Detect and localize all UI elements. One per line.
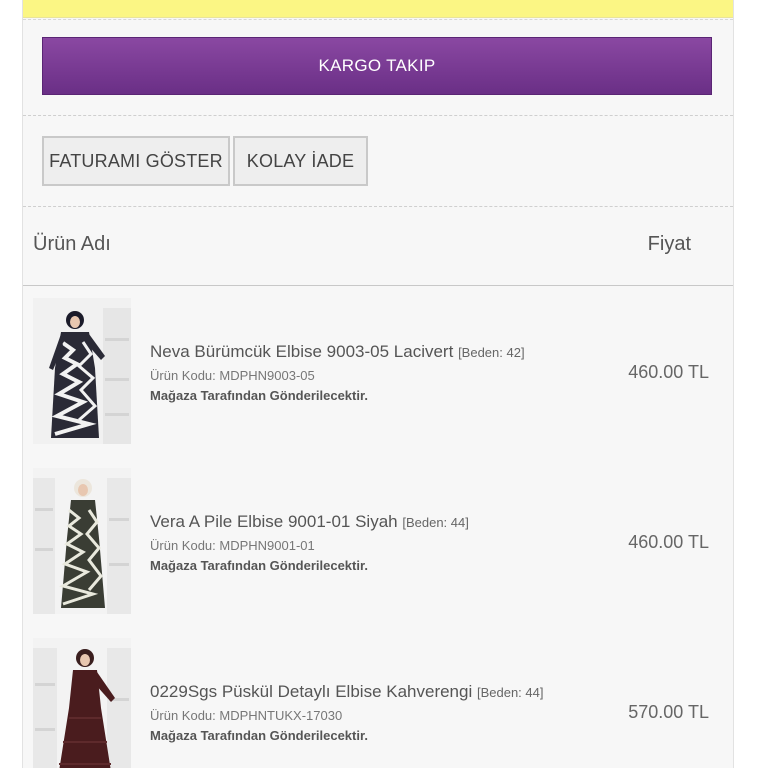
show-invoice-button[interactable]: FATURAMI GÖSTER <box>42 136 230 186</box>
product-name[interactable]: 0229Sgs Püskül Detaylı Elbise Kahverengi… <box>150 682 543 702</box>
product-image[interactable] <box>33 638 131 768</box>
product-code: Ürün Kodu: MDPHNTUKX-17030 <box>150 708 343 723</box>
product-image[interactable] <box>33 298 131 444</box>
divider <box>23 206 733 207</box>
dress-photo-icon <box>33 298 131 444</box>
product-size: [Beden: 44] <box>402 515 469 530</box>
product-code: Ürün Kodu: MDPHN9003-05 <box>150 368 315 383</box>
product-price: 570.00 TL <box>628 702 709 722</box>
shipping-note: Mağaza Tarafından Gönderilecektir. <box>150 728 368 743</box>
product-name[interactable]: Neva Bürümcük Elbise 9003-05 Lacivert [B… <box>150 342 525 362</box>
product-price: 460.00 TL <box>628 532 709 552</box>
dress-photo-icon <box>33 638 131 768</box>
table-row: 0229Sgs Püskül Detaylı Elbise Kahverengi… <box>23 626 733 768</box>
product-name-text: Vera A Pile Elbise 9001-01 Siyah <box>150 512 398 531</box>
product-size: [Beden: 44] <box>476 685 544 700</box>
product-name-text: 0229Sgs Püskül Detaylı Elbise Kahverengi <box>150 682 473 701</box>
product-size: [Beden: 42] <box>458 345 525 360</box>
product-code: Ürün Kodu: MDPHN9001-01 <box>150 538 315 553</box>
dress-photo-icon <box>33 468 131 614</box>
divider <box>23 19 733 20</box>
column-header-product-name: Ürün Adı <box>33 233 111 255</box>
table-row: Vera A Pile Elbise 9001-01 Siyah [Beden:… <box>23 456 733 614</box>
shipping-note: Mağaza Tarafından Gönderilecektir. <box>150 388 368 403</box>
column-header-price: Fiyat <box>647 233 691 255</box>
shipping-note: Mağaza Tarafından Gönderilecektir. <box>150 558 368 573</box>
order-detail-panel: KARGO TAKIP FATURAMI GÖSTER KOLAY İADE Ü… <box>22 0 734 768</box>
product-price: 460.00 TL <box>628 362 709 382</box>
kargo-takip-button[interactable]: KARGO TAKIP <box>42 37 712 95</box>
notice-bar <box>23 0 733 18</box>
easy-return-button[interactable]: KOLAY İADE <box>233 136 368 186</box>
product-image[interactable] <box>33 468 131 614</box>
divider <box>23 115 733 116</box>
table-row: Neva Bürümcük Elbise 9003-05 Lacivert [B… <box>23 286 733 444</box>
product-name-text: Neva Bürümcük Elbise 9003-05 Lacivert <box>150 342 454 361</box>
product-name[interactable]: Vera A Pile Elbise 9001-01 Siyah [Beden:… <box>150 512 469 532</box>
